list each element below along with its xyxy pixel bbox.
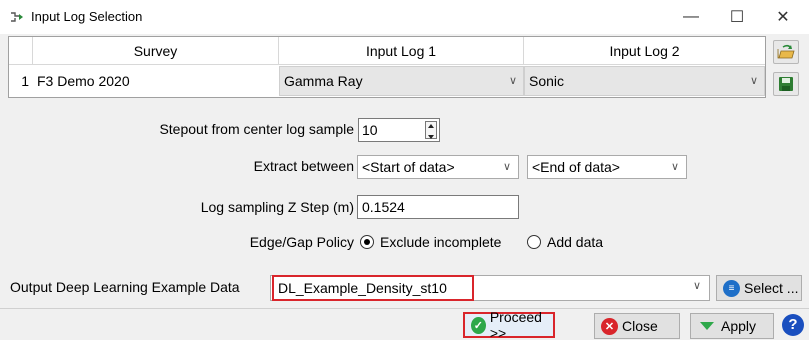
- close-label: Close: [622, 318, 658, 334]
- chevron-down-icon: ∨: [749, 75, 758, 87]
- survey-cell[interactable]: F3 Demo 2020: [35, 65, 279, 97]
- log-selection-table: Survey Input Log 1 Input Log 2 1 F3 Demo…: [8, 36, 766, 98]
- save-icon: [779, 77, 793, 91]
- output-label: Output Deep Learning Example Data: [10, 279, 240, 295]
- window-title: Input Log Selection: [31, 9, 143, 24]
- extract-start-select[interactable]: <Start of data> ∨: [357, 155, 519, 179]
- chevron-down-icon: ∨: [670, 161, 679, 173]
- help-button[interactable]: ?: [782, 314, 804, 336]
- column-header-input-log-2[interactable]: Input Log 2: [524, 37, 765, 65]
- app-icon: [11, 12, 23, 22]
- z-step-input[interactable]: 0.1524: [357, 195, 519, 219]
- output-name-input[interactable]: DL_Example_Density_st10: [272, 275, 474, 301]
- divider: [0, 308, 809, 309]
- extract-end-select[interactable]: <End of data> ∨: [527, 155, 687, 179]
- maximize-icon: ☐: [729, 9, 745, 26]
- spin-arrows[interactable]: [425, 121, 437, 139]
- close-window-button[interactable]: ✕: [760, 0, 806, 34]
- apply-label: Apply: [721, 318, 757, 334]
- save-button[interactable]: [773, 72, 799, 96]
- extract-start-value: <Start of data>: [362, 159, 455, 175]
- z-step-label: Log sampling Z Step (m): [200, 199, 354, 215]
- exclude-incomplete-label[interactable]: Exclude incomplete: [380, 234, 501, 250]
- arrow-down-icon: [700, 322, 714, 330]
- chevron-down-icon: ∨: [502, 161, 511, 173]
- maximize-button[interactable]: ☐: [714, 0, 760, 34]
- input-log-2-select[interactable]: Sonic ∨: [524, 66, 765, 96]
- close-button[interactable]: ✕ Close: [594, 313, 680, 339]
- proceed-button[interactable]: ✓ Proceed >>: [463, 309, 555, 340]
- spin-down-icon: [428, 135, 434, 139]
- open-button[interactable]: [773, 40, 799, 64]
- title-bar: Input Log Selection — ☐ ✕: [0, 0, 809, 34]
- add-data-radio[interactable]: [527, 235, 541, 249]
- open-folder-icon: [777, 44, 795, 59]
- stepout-value: 10: [362, 122, 378, 138]
- chevron-down-icon: ∨: [692, 280, 701, 292]
- checkmark-icon: ✓: [471, 316, 486, 334]
- exclude-incomplete-radio[interactable]: [360, 235, 374, 249]
- close-circle-icon: ✕: [601, 317, 618, 335]
- minimize-button[interactable]: —: [668, 0, 714, 34]
- table-corner: [9, 37, 33, 65]
- help-icon: ?: [788, 316, 798, 333]
- spin-up-icon: [428, 124, 434, 128]
- minimize-icon: —: [683, 8, 699, 25]
- row-number[interactable]: 1: [9, 65, 33, 97]
- add-data-label[interactable]: Add data: [547, 234, 603, 250]
- select-label: Select ...: [744, 280, 799, 296]
- stepout-label: Stepout from center log sample: [159, 121, 354, 137]
- edge-gap-policy-label: Edge/Gap Policy: [249, 234, 354, 250]
- extract-between-label: Extract between: [253, 158, 354, 174]
- stepout-spinbox[interactable]: 10: [358, 118, 440, 142]
- extract-end-value: <End of data>: [532, 159, 620, 175]
- close-icon: ✕: [776, 9, 790, 26]
- proceed-label: Proceed >>: [489, 309, 542, 340]
- input-log-1-value: Gamma Ray: [284, 73, 363, 89]
- column-header-survey[interactable]: Survey: [33, 37, 279, 65]
- input-log-1-select[interactable]: Gamma Ray ∨: [279, 66, 524, 96]
- select-button[interactable]: ≡ Select ...: [716, 275, 802, 301]
- apply-button[interactable]: Apply: [690, 313, 774, 339]
- chevron-down-icon: ∨: [508, 75, 517, 87]
- list-icon: ≡: [723, 279, 740, 297]
- column-header-input-log-1[interactable]: Input Log 1: [279, 37, 524, 65]
- input-log-2-value: Sonic: [529, 73, 565, 89]
